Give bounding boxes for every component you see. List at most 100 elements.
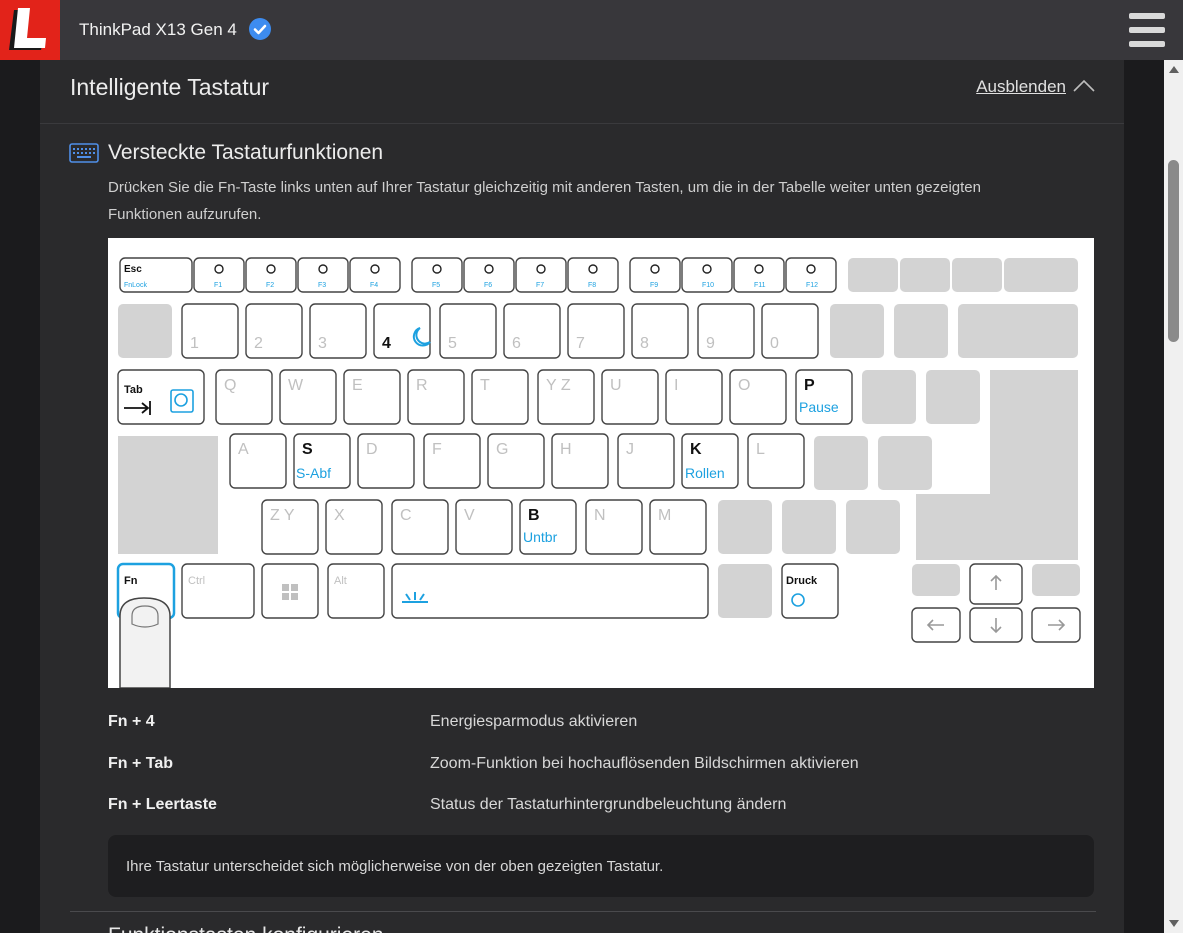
- key-blank: [830, 304, 884, 358]
- smart-keyboard-panel: Intelligente Tastatur Ausblenden Verstec…: [40, 60, 1124, 933]
- key-label: V: [464, 507, 475, 524]
- key-sublabel: F9: [650, 282, 658, 289]
- key-blank: [718, 500, 772, 554]
- key-label: S: [302, 441, 313, 458]
- key-label: 8: [640, 335, 649, 352]
- key-blank: [894, 304, 948, 358]
- key-label: L: [756, 441, 765, 458]
- shortcut-keys: Fn + Tab: [108, 755, 174, 772]
- key-backspace: [958, 304, 1078, 358]
- key-label: M: [658, 507, 671, 524]
- key-blank: [900, 258, 950, 292]
- key-blank: [718, 564, 772, 618]
- key-label: W: [288, 377, 304, 394]
- key-label: B: [528, 507, 540, 524]
- key-sublabel: Rollen: [685, 465, 725, 481]
- shortcut-action: Energiesparmodus aktivieren: [430, 713, 638, 730]
- key-label: 1: [190, 335, 199, 352]
- next-section-title: Funktionstasten konfigurieren: [108, 924, 384, 933]
- chevron-up-icon[interactable]: [1072, 78, 1096, 94]
- key-sublabel: F2: [266, 282, 274, 289]
- key-alt: [327, 563, 385, 619]
- shortcut-row: Fn + Leertaste Status der Tastaturhinterg…: [108, 796, 1094, 820]
- key-sublabel: F4: [370, 282, 378, 289]
- key-space: [391, 563, 709, 619]
- subsection-description: Drücken Sie die Fn-Taste links unten auf…: [108, 179, 981, 223]
- key-tab: [117, 369, 205, 425]
- key-blank: [848, 258, 898, 292]
- key-label: F: [432, 441, 442, 458]
- key-blank: [878, 436, 932, 490]
- key-blank: [782, 500, 836, 554]
- scroll-up-icon[interactable]: [1169, 66, 1179, 73]
- scroll-down-icon[interactable]: [1169, 920, 1179, 927]
- shortcut-keys: Fn + Leertaste: [108, 796, 217, 813]
- divider: [40, 123, 1124, 124]
- device-name: ThinkPad X13 Gen 4: [79, 20, 237, 39]
- key-sublabel: S-Abf: [296, 465, 331, 481]
- key-label: 6: [512, 335, 521, 352]
- key-label: N: [594, 507, 606, 524]
- key-label: X: [334, 507, 345, 524]
- collapse-link[interactable]: Ausblenden: [976, 77, 1066, 97]
- key-sublabel: Untbr: [523, 529, 558, 545]
- key-label: E: [352, 377, 363, 394]
- key-blank: [1004, 258, 1078, 292]
- key-label: Fn: [124, 575, 138, 587]
- key-label: H: [560, 441, 572, 458]
- key-shift-left: [118, 500, 218, 554]
- key-label: Druck: [786, 575, 818, 587]
- vertical-scrollbar[interactable]: [1164, 60, 1183, 933]
- keyboard-icon: [69, 143, 99, 163]
- key-label: C: [400, 507, 412, 524]
- disclaimer-text: Ihre Tastatur unterscheidet sich möglich…: [126, 858, 664, 875]
- lenovo-vantage-logo: [0, 0, 60, 60]
- hamburger-menu-icon[interactable]: [1129, 13, 1165, 47]
- key-label: Esc: [124, 264, 142, 275]
- key-windows: [261, 563, 319, 619]
- key-backtick: [118, 304, 172, 358]
- key-druck: [781, 563, 839, 619]
- shortcut-keys: Fn + 4: [108, 713, 155, 730]
- key-label: Ctrl: [188, 575, 205, 587]
- key-label: 5: [448, 335, 457, 352]
- key-label: A: [238, 441, 249, 458]
- key-sublabel: F7: [536, 282, 544, 289]
- key-sublabel: F6: [484, 282, 492, 289]
- key-blank: [814, 436, 868, 490]
- checkmark-badge-icon: [249, 18, 271, 40]
- key-blank: [846, 500, 900, 554]
- key-blank: [926, 370, 980, 424]
- keyboard-illustration: Esc FnLock F1 F2 F3 F4 F5 F6 F7 F8 F9 F10 F11 F12 1 2 3 4…: [108, 238, 1094, 689]
- key-label: Tab: [124, 384, 143, 396]
- app-header: ThinkPad X13 Gen 4: [0, 0, 1183, 60]
- key-sublabel: F12: [806, 282, 818, 289]
- key-label: Z Y: [270, 507, 295, 524]
- key-label: 0: [770, 335, 779, 352]
- key-label: R: [416, 377, 428, 394]
- scrollbar-thumb[interactable]: [1168, 160, 1179, 342]
- shortcut-action: Status der Tastaturhintergrundbeleuchtun…: [430, 796, 787, 813]
- shortcut-row: Fn + Tab Zoom-Funktion bei hochauflösende…: [108, 755, 1094, 779]
- key-label: Q: [224, 377, 236, 394]
- key-label: I: [674, 377, 678, 394]
- key-label: U: [610, 377, 622, 394]
- key-sublabel: F11: [754, 282, 766, 289]
- shortcut-row: Fn + 4 Energiesparmodus aktivieren: [108, 713, 1094, 737]
- key-label: D: [366, 441, 378, 458]
- key-label: 2: [254, 335, 263, 352]
- key-label: 3: [318, 335, 327, 352]
- finger-illustration: [119, 597, 171, 689]
- key-label: K: [690, 441, 702, 458]
- keyboard-disclaimer: Ihre Tastatur unterscheidet sich möglich…: [108, 835, 1094, 897]
- section-title: Intelligente Tastatur: [70, 74, 270, 100]
- key-label: P: [804, 377, 815, 394]
- key-label: 9: [706, 335, 715, 352]
- key-label: T: [480, 377, 490, 394]
- key-blank: [952, 258, 1002, 292]
- main-content: Intelligente Tastatur Ausblenden Verstec…: [0, 60, 1164, 933]
- key-sublabel: F1: [214, 282, 222, 289]
- key-sublabel: FnLock: [124, 282, 147, 289]
- key-sublabel: F10: [702, 282, 714, 289]
- key-sublabel: F3: [318, 282, 326, 289]
